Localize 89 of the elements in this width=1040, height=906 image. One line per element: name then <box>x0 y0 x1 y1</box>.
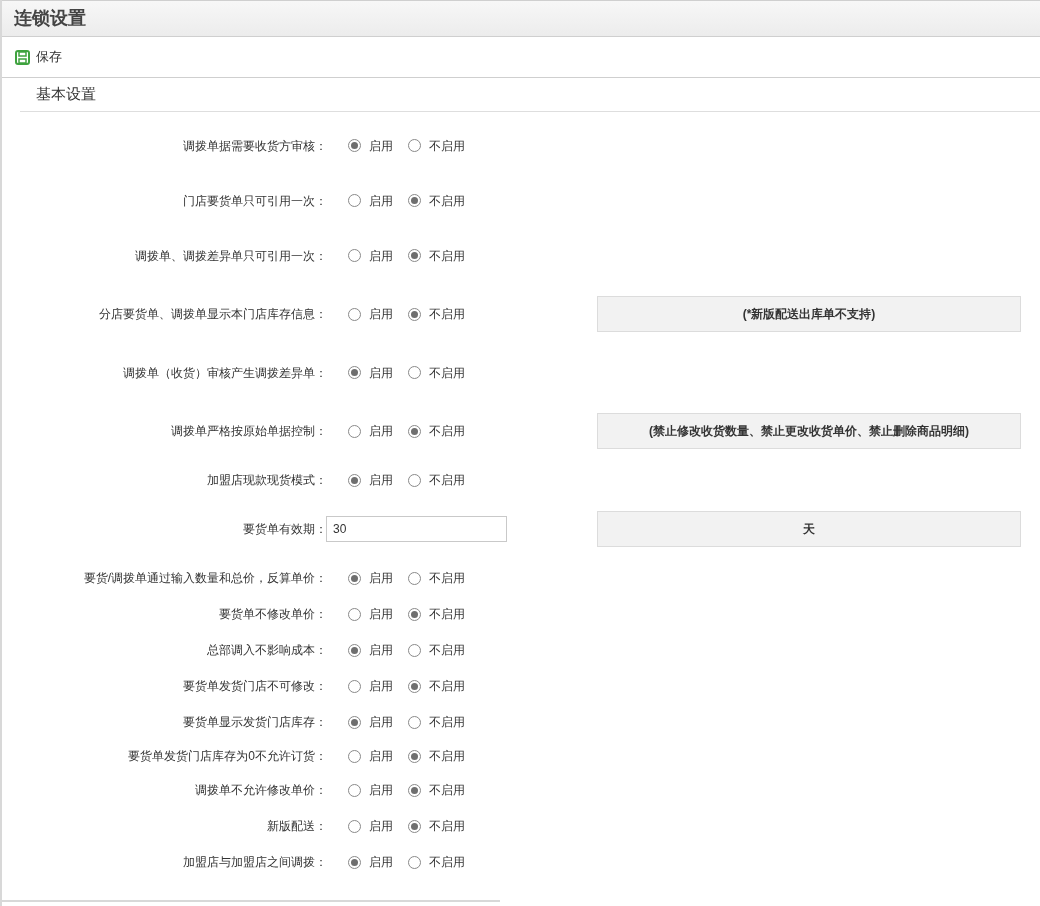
radio-button[interactable] <box>348 139 361 152</box>
option-label: 不启用 <box>429 423 465 440</box>
option-label: 启用 <box>369 714 393 731</box>
option-label: 不启用 <box>429 748 465 765</box>
option-label: 不启用 <box>429 306 465 323</box>
radio-button[interactable] <box>408 679 421 693</box>
window-title: 连锁设置 <box>14 7 86 30</box>
setting-label: 调拨单（收货）审核产生调拨差异单： <box>122 364 327 382</box>
note-panel: 天 <box>597 511 1021 547</box>
radio-button[interactable] <box>408 607 421 621</box>
option-label: 不启用 <box>429 782 465 799</box>
radio-button[interactable] <box>348 249 361 262</box>
option-label: 不启用 <box>429 714 465 731</box>
option-label: 启用 <box>369 472 393 489</box>
option-label: 启用 <box>369 642 393 659</box>
radio-button[interactable] <box>348 607 361 621</box>
setting-label: 要货单有效期： <box>242 521 327 538</box>
radio-button[interactable] <box>348 307 361 321</box>
radio-button[interactable] <box>408 715 421 729</box>
setting-label: 加盟店现款现货模式： <box>206 472 327 489</box>
option-label: 不启用 <box>429 854 465 871</box>
setting-label: 要货单发货门店库存为0不允许订货： <box>127 748 327 765</box>
radio-button[interactable] <box>408 473 421 487</box>
option-label: 启用 <box>369 854 393 871</box>
option-label: 不启用 <box>429 364 465 382</box>
radio-button[interactable] <box>408 424 421 438</box>
radio-button[interactable] <box>408 366 421 379</box>
setting-label: 要货/调拨单通过输入数量和总价，反算单价： <box>82 570 327 587</box>
save-icon <box>15 49 30 65</box>
radio-button[interactable] <box>348 715 361 729</box>
radio-button[interactable] <box>408 643 421 657</box>
radio-button[interactable] <box>348 749 361 763</box>
setting-label: 调拨单、调拨差异单只可引用一次： <box>134 247 327 265</box>
setting-label: 要货单发货门店不可修改： <box>182 678 327 695</box>
option-label: 启用 <box>369 306 393 323</box>
setting-label: 新版配送： <box>266 818 327 835</box>
option-label: 启用 <box>369 192 393 210</box>
setting-label: 要货单不修改单价： <box>218 606 327 623</box>
option-label: 启用 <box>369 818 393 835</box>
option-label: 不启用 <box>429 137 465 155</box>
option-label: 不启用 <box>429 642 465 659</box>
section-title: 基本设置 <box>36 84 96 105</box>
radio-button[interactable] <box>348 424 361 438</box>
radio-button[interactable] <box>348 366 361 379</box>
option-label: 不启用 <box>429 570 465 587</box>
option-label: 不启用 <box>429 192 465 210</box>
radio-button[interactable] <box>408 194 421 207</box>
setting-label: 要货单显示发货门店库存： <box>182 714 327 731</box>
radio-button[interactable] <box>408 249 421 262</box>
option-label: 不启用 <box>429 818 465 835</box>
radio-button[interactable] <box>348 855 361 869</box>
radio-button[interactable] <box>408 749 421 763</box>
radio-button[interactable] <box>408 307 421 321</box>
radio-button[interactable] <box>408 819 421 833</box>
setting-label: 调拨单据需要收货方审核： <box>182 137 327 155</box>
option-label: 不启用 <box>429 472 465 489</box>
option-label: 启用 <box>369 748 393 765</box>
radio-button[interactable] <box>348 643 361 657</box>
radio-button[interactable] <box>348 194 361 207</box>
save-button[interactable]: 保存 <box>15 47 62 67</box>
setting-label: 加盟店与加盟店之间调拨： <box>182 854 327 871</box>
radio-button[interactable] <box>408 855 421 869</box>
radio-button[interactable] <box>408 783 421 797</box>
radio-button[interactable] <box>408 571 421 585</box>
radio-button[interactable] <box>348 473 361 487</box>
option-label: 启用 <box>369 247 393 265</box>
setting-label: 调拨单严格按原始单据控制： <box>170 423 327 440</box>
radio-button[interactable] <box>348 819 361 833</box>
setting-label: 调拨单不允许修改单价： <box>194 782 327 799</box>
setting-label: 总部调入不影响成本： <box>206 642 327 659</box>
note-panel: (*新版配送出库单不支持) <box>597 296 1021 332</box>
setting-label: 分店要货单、调拨单显示本门店库存信息： <box>98 306 327 323</box>
option-label: 启用 <box>369 364 393 382</box>
option-label: 不启用 <box>429 678 465 695</box>
option-label: 启用 <box>369 570 393 587</box>
option-label: 启用 <box>369 423 393 440</box>
setting-label: 门店要货单只可引用一次： <box>182 192 327 210</box>
radio-button[interactable] <box>348 571 361 585</box>
radio-button[interactable] <box>408 139 421 152</box>
option-label: 启用 <box>369 606 393 623</box>
option-label: 启用 <box>369 782 393 799</box>
radio-button[interactable] <box>348 679 361 693</box>
input-field[interactable]: 30 <box>326 516 507 542</box>
option-label: 启用 <box>369 678 393 695</box>
option-label: 不启用 <box>429 247 465 265</box>
option-label: 启用 <box>369 137 393 155</box>
note-panel: (禁止修改收货数量、禁止更改收货单价、禁止删除商品明细) <box>597 413 1021 449</box>
option-label: 不启用 <box>429 606 465 623</box>
radio-button[interactable] <box>348 783 361 797</box>
